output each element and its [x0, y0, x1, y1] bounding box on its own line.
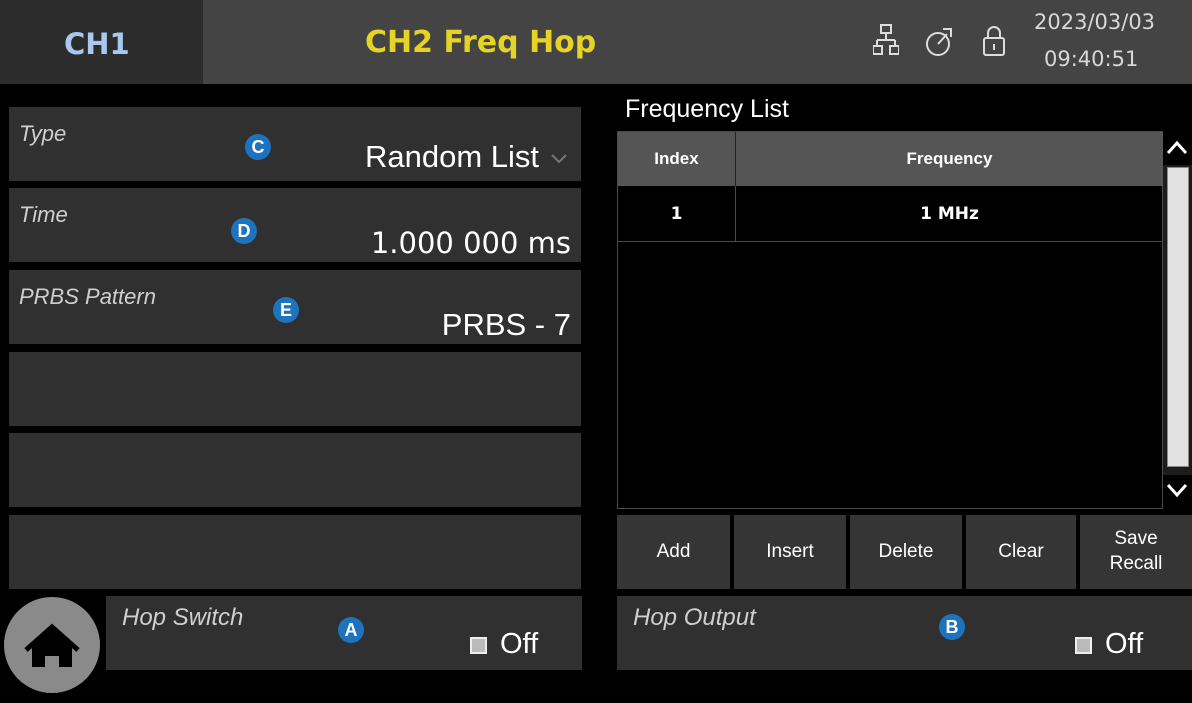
status-date: 2023/03/03	[1034, 10, 1156, 34]
timer-icon	[926, 28, 952, 56]
scroll-down-button[interactable]	[1163, 475, 1192, 509]
hop-switch-value: Off	[500, 628, 539, 660]
type-field[interactable]: Type C Random List	[9, 107, 581, 181]
hop-switch-field[interactable]: Hop Switch A Off	[106, 596, 582, 670]
callout-marker-c: C	[245, 134, 271, 160]
prbs-pattern-field[interactable]: PRBS Pattern E PRBS - 7	[9, 270, 581, 344]
table-row-index-cell[interactable]: 1	[618, 186, 736, 242]
scroll-up-button[interactable]	[1163, 131, 1192, 165]
type-value-text: Random List	[364, 139, 539, 174]
type-value: Random List	[365, 139, 567, 175]
insert-button-label: Insert	[766, 540, 814, 562]
chevron-down-icon	[551, 154, 567, 164]
delete-button-label: Delete	[878, 540, 934, 562]
prbs-pattern-label: PRBS Pattern	[19, 284, 156, 309]
status-time: 09:40:51	[1044, 47, 1139, 71]
column-header-frequency: Frequency	[736, 132, 1163, 186]
delete-button[interactable]: Delete	[850, 515, 962, 589]
hop-output-value: Off	[1105, 628, 1144, 660]
hop-output-field[interactable]: Hop Output B Off	[617, 596, 1192, 670]
save-label: Save	[1114, 528, 1158, 550]
callout-marker-d: D	[231, 218, 257, 244]
type-label: Type	[19, 121, 67, 146]
callout-marker-a: A	[338, 617, 364, 643]
table-scrollbar[interactable]	[1163, 131, 1192, 509]
insert-button[interactable]: Insert	[734, 515, 846, 589]
lock-icon	[983, 26, 1005, 56]
prbs-pattern-value: PRBS - 7	[441, 307, 571, 342]
hop-switch-label: Hop Switch	[122, 604, 244, 631]
empty-param-slot-1	[9, 352, 581, 426]
tab-ch1-label: CH1	[64, 27, 130, 61]
callout-marker-e: E	[273, 297, 299, 323]
callout-marker-b: B	[939, 614, 965, 640]
hop-switch-checkbox[interactable]	[470, 637, 487, 654]
home-icon	[24, 623, 80, 667]
time-label: Time	[19, 202, 68, 227]
hop-output-label: Hop Output	[633, 604, 756, 631]
recall-label: Recall	[1109, 553, 1163, 574]
hop-output-checkbox[interactable]	[1075, 637, 1092, 654]
clear-button-label: Clear	[998, 540, 1044, 562]
time-field[interactable]: Time D 1.000 000 ms	[9, 188, 581, 262]
tab-ch2-label: CH2 Freq Hop	[365, 25, 597, 60]
column-header-index: Index	[618, 132, 736, 186]
add-button-label: Add	[656, 540, 691, 562]
scroll-thumb[interactable]	[1167, 167, 1189, 467]
home-button[interactable]	[4, 597, 100, 693]
frequency-list-title: Frequency List	[625, 95, 789, 123]
frequency-table: Index Frequency 1 1 MHz	[617, 131, 1163, 509]
network-icon	[873, 24, 899, 55]
empty-param-slot-2	[9, 433, 581, 507]
tab-ch1[interactable]: CH1	[0, 0, 203, 84]
table-row-frequency-cell[interactable]: 1 MHz	[736, 186, 1163, 242]
save-recall-button[interactable]: Save Recall	[1080, 515, 1192, 589]
scroll-up-icon	[1166, 140, 1188, 155]
add-button[interactable]: Add	[617, 515, 730, 589]
empty-param-slot-3	[9, 515, 581, 589]
clear-button[interactable]: Clear	[966, 515, 1076, 589]
time-value: 1.000 000 ms	[370, 226, 571, 260]
scroll-down-icon	[1166, 483, 1188, 498]
